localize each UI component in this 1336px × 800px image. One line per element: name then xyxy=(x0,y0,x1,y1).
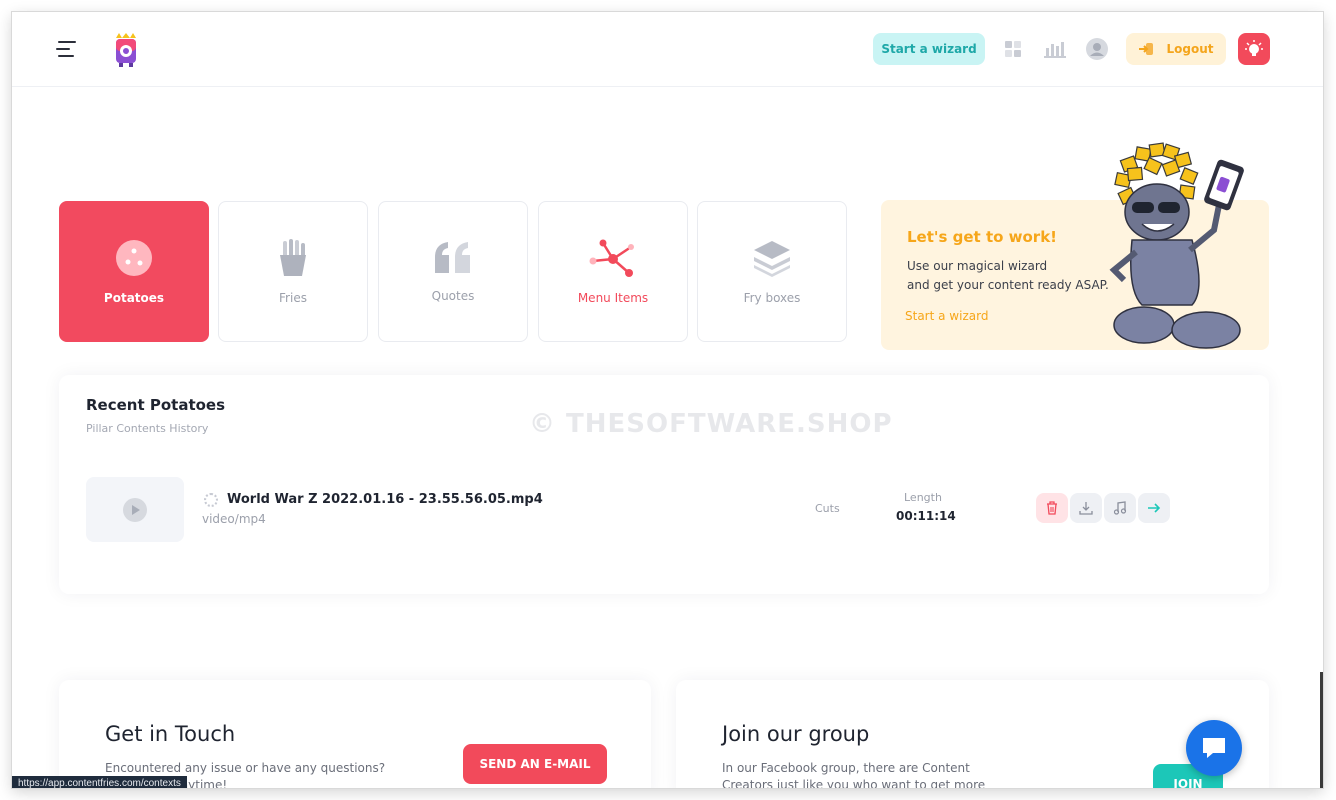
quote-icon xyxy=(435,241,470,273)
trash-icon xyxy=(1047,501,1057,515)
play-icon xyxy=(123,497,147,522)
length-label: Length xyxy=(904,491,942,504)
status-bar-url: https://app.contentfries.com/contexts xyxy=(12,776,187,788)
get-in-touch-card: Get in Touch Encountered any issue or ha… xyxy=(59,680,651,788)
tile-fry-boxes[interactable]: Fry boxes xyxy=(697,201,847,342)
chat-bubble-icon xyxy=(1203,738,1225,758)
video-thumbnail[interactable] xyxy=(86,477,184,542)
logout-button[interactable]: Logout xyxy=(1126,33,1226,65)
tile-potatoes[interactable]: Potatoes xyxy=(59,201,209,342)
tile-menu-items[interactable]: Menu Items xyxy=(538,201,688,342)
chat-widget-button[interactable] xyxy=(1186,720,1242,776)
audio-button[interactable] xyxy=(1104,493,1136,523)
share-nodes-icon xyxy=(589,239,634,277)
recent-potatoes-card: Recent Potatoes Pillar Contents History … xyxy=(59,375,1269,594)
app-window: Start a wizard Logout Potatoes Fries Quo… xyxy=(12,12,1323,788)
delete-button[interactable] xyxy=(1036,493,1068,523)
fries-icon xyxy=(280,238,306,276)
promo-start-wizard-link[interactable]: Start a wizard xyxy=(905,309,988,323)
tile-label: Menu Items xyxy=(577,290,649,305)
tile-label: Quotes xyxy=(431,288,475,303)
open-button[interactable] xyxy=(1138,493,1170,523)
arrow-right-icon xyxy=(1148,503,1161,513)
lightbulb-icon xyxy=(1245,40,1263,56)
file-name[interactable]: World War Z 2022.01.16 - 23.55.56.05.mp4 xyxy=(227,492,543,507)
file-type: video/mp4 xyxy=(202,512,266,526)
menu-toggle-icon[interactable] xyxy=(52,39,80,61)
tile-label: Fry boxes xyxy=(743,290,801,305)
length-value: 00:11:14 xyxy=(896,509,956,523)
tile-quotes[interactable]: Quotes xyxy=(378,201,528,342)
tile-fries[interactable]: Fries xyxy=(218,201,368,342)
start-wizard-button[interactable]: Start a wizard xyxy=(873,33,985,65)
logout-icon xyxy=(1139,43,1154,55)
download-icon xyxy=(1079,502,1093,515)
promo-title: Let's get to work! xyxy=(907,228,1058,246)
recent-subtitle: Pillar Contents History xyxy=(86,422,209,435)
apps-grid-icon[interactable] xyxy=(1000,36,1026,62)
recent-title: Recent Potatoes xyxy=(86,396,226,414)
robot-mascot-illustration xyxy=(1109,142,1244,349)
contact-title: Get in Touch xyxy=(105,722,236,746)
download-button[interactable] xyxy=(1070,493,1102,523)
user-avatar-icon[interactable] xyxy=(1084,36,1110,62)
group-text: In our Facebook group, there are Content… xyxy=(722,761,986,788)
processing-spinner-icon xyxy=(204,493,218,507)
cuts-label: Cuts xyxy=(815,502,840,515)
watermark: © THESOFTWARE.SHOP xyxy=(529,409,893,439)
top-header: Start a wizard Logout xyxy=(12,12,1323,87)
layers-icon xyxy=(754,240,790,277)
tile-label: Fries xyxy=(279,290,307,305)
join-group-card: Join our group In our Facebook group, th… xyxy=(676,680,1269,788)
tile-label: Potatoes xyxy=(103,290,165,305)
send-email-button[interactable]: SEND AN E-MAIL xyxy=(463,744,607,784)
ideas-bulb-button[interactable] xyxy=(1238,33,1270,65)
app-logo-icon[interactable] xyxy=(112,32,140,68)
scrollbar-thumb[interactable] xyxy=(1320,672,1323,788)
music-note-icon xyxy=(1113,501,1127,515)
stats-chart-icon[interactable] xyxy=(1042,36,1068,62)
logout-label: Logout xyxy=(1166,42,1214,56)
potato-icon xyxy=(116,239,152,276)
group-title: Join our group xyxy=(722,722,870,746)
